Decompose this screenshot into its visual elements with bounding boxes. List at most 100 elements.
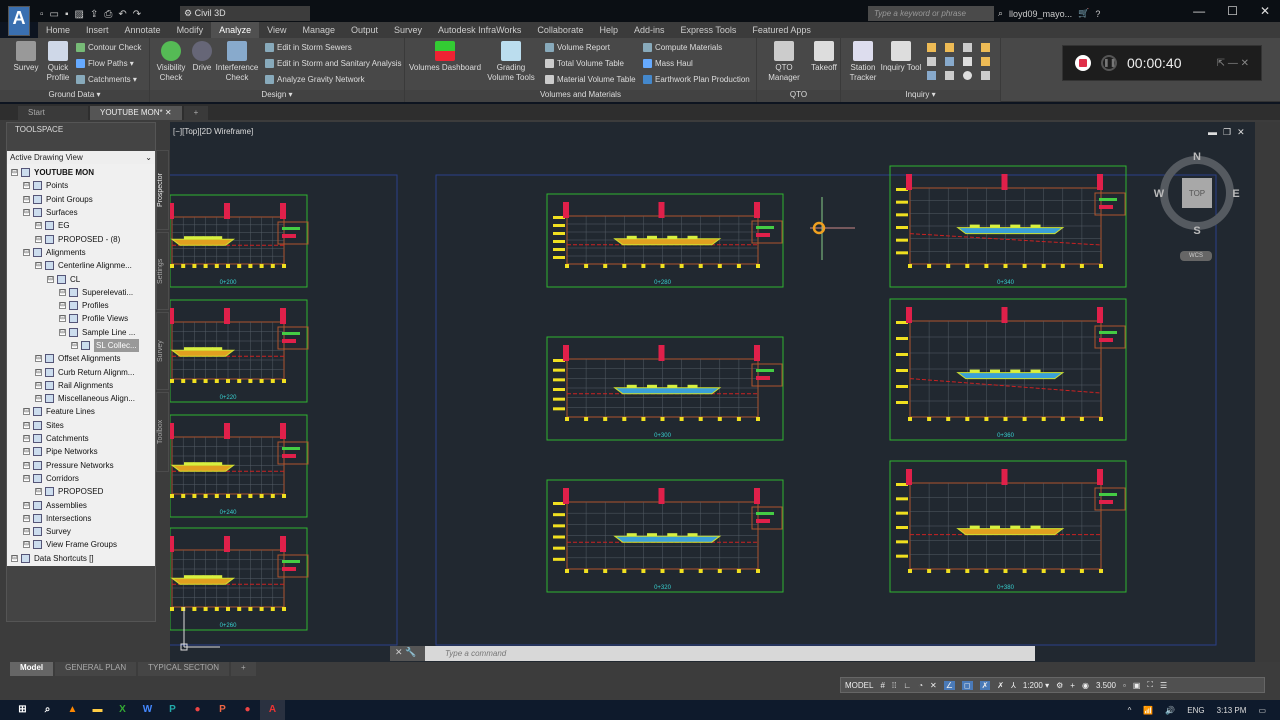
angle-icon[interactable] xyxy=(945,43,954,52)
contour-check-button[interactable]: Contour Check xyxy=(76,43,141,52)
ribbon-tab-collaborate[interactable]: Collaborate xyxy=(529,22,591,38)
annotation-icon[interactable]: ⅄ xyxy=(1011,681,1016,690)
ribbon-tab-manage[interactable]: Manage xyxy=(294,22,343,38)
isodraft-icon[interactable]: ✕ xyxy=(930,681,937,690)
total-volume-table-button[interactable]: Total Volume Table xyxy=(545,59,624,68)
print-icon[interactable]: ⎙ xyxy=(104,9,112,20)
expand-toggle[interactable]: ⊟ xyxy=(23,514,30,522)
tree-item[interactable]: ⊟ SL Collec... xyxy=(7,339,155,352)
snap-icon[interactable]: ⁞⁞ xyxy=(892,681,896,690)
volumes-dashboard-button[interactable]: Volumes Dashboard xyxy=(407,41,483,73)
undo-icon[interactable]: ↶ xyxy=(118,9,126,20)
analyze-gravity-button[interactable]: Analyze Gravity Network xyxy=(265,75,365,84)
survey-button[interactable]: Survey xyxy=(10,41,42,73)
expand-toggle[interactable]: ⊟ xyxy=(35,395,42,403)
command-line-buttons[interactable]: ✕ 🔧 xyxy=(390,646,425,661)
qto-manager-button[interactable]: QTO Manager xyxy=(759,41,809,83)
compass-west[interactable]: W xyxy=(1154,188,1165,200)
tab-settings[interactable]: Settings xyxy=(156,232,169,310)
file-explorer-icon[interactable]: ▬ xyxy=(85,700,110,720)
search-icon[interactable]: ⌕ xyxy=(35,700,60,720)
sum-icon[interactable] xyxy=(963,57,972,66)
expand-toggle[interactable]: ⊟ xyxy=(23,182,30,190)
visibility-check-button[interactable]: Visibility Check xyxy=(152,41,190,83)
expand-toggle[interactable]: ⊟ xyxy=(59,328,66,336)
ribbon-tab-add-ins[interactable]: Add-ins xyxy=(626,22,673,38)
fullscreen-icon[interactable]: ⛶ xyxy=(1147,680,1153,690)
toolspace-view-dropdown[interactable]: Active Drawing View ⌄ xyxy=(7,151,155,164)
section-view[interactable]: 0+280 xyxy=(546,193,784,288)
expand-toggle[interactable]: ⊟ xyxy=(11,169,18,177)
layout-tab-model[interactable]: Model xyxy=(10,662,54,676)
expand-toggle[interactable]: ⊟ xyxy=(35,222,42,230)
flow-paths-button[interactable]: Flow Paths ▾ xyxy=(76,59,134,68)
user-account[interactable]: lloyd09_mayo... xyxy=(1009,9,1072,19)
expand-toggle[interactable]: ⊟ xyxy=(23,248,30,256)
expand-toggle[interactable]: ⊟ xyxy=(11,554,18,562)
tree-item[interactable]: ⊟ Corridors xyxy=(7,472,155,485)
measure-icon[interactable] xyxy=(981,57,990,66)
customize-menu-icon[interactable]: ☰ xyxy=(1160,681,1167,690)
ribbon-tab-survey[interactable]: Survey xyxy=(386,22,430,38)
expand-toggle[interactable]: ⊟ xyxy=(35,355,42,363)
tree-item[interactable]: ⊟ Intersections xyxy=(7,512,155,525)
inquiry-tool-button[interactable]: Inquiry Tool xyxy=(879,41,923,73)
help-icon[interactable]: ? xyxy=(1095,9,1100,19)
new-icon[interactable]: ▫ xyxy=(40,9,44,20)
tree-item[interactable]: ⊟ Sample Line ... xyxy=(7,326,155,339)
start-icon[interactable]: ⊞ xyxy=(10,700,35,720)
drive-button[interactable]: Drive xyxy=(190,41,214,73)
tree-item[interactable]: ⊟ PROPOSED - (8) xyxy=(7,232,155,245)
drawing-viewport[interactable]: 0+200 0+220 0+240 0+260 0+280 0+300 0+320 0+340… xyxy=(159,122,1255,662)
open-icon[interactable]: ▭ xyxy=(50,9,59,20)
takeoff-button[interactable]: Takeoff xyxy=(809,41,839,73)
pause-button[interactable]: ❚❚ xyxy=(1101,55,1117,71)
compass-east[interactable]: E xyxy=(1232,188,1239,200)
zoom-region-icon[interactable] xyxy=(945,71,954,80)
redo-icon[interactable]: ↷ xyxy=(133,9,141,20)
object-snap-icon[interactable]: ◻ xyxy=(961,680,973,690)
grading-volume-tools-button[interactable]: Grading Volume Tools xyxy=(483,41,539,83)
arc-icon[interactable] xyxy=(927,57,936,66)
tree-item[interactable]: ⊟ Feature Lines xyxy=(7,405,155,418)
station-tracker-button[interactable]: Station Tracker xyxy=(845,41,881,83)
osnap-tracking-icon[interactable]: ∠ xyxy=(943,680,955,690)
save-icon[interactable]: ▪ xyxy=(65,9,69,20)
tree-item[interactable]: ⊟ Assemblies xyxy=(7,498,155,511)
viewcube[interactable]: TOP N S E W xyxy=(1150,150,1244,244)
plus-icon[interactable]: + xyxy=(1070,681,1075,690)
auto-scale-icon[interactable]: ✗ xyxy=(997,681,1004,690)
expand-toggle[interactable]: ⊟ xyxy=(23,541,30,549)
expand-toggle[interactable]: ⊟ xyxy=(35,368,42,376)
panel-label[interactable]: Ground Data ▾ xyxy=(0,90,149,102)
tree-item[interactable]: ⊟ Points xyxy=(7,179,155,192)
section-view[interactable]: 0+380 xyxy=(889,460,1127,593)
distance-icon[interactable] xyxy=(927,43,936,52)
expand-toggle[interactable]: ⊟ xyxy=(23,435,30,443)
layout-tab-general-plan[interactable]: GENERAL PLAN xyxy=(55,662,137,676)
expand-toggle[interactable]: ⊟ xyxy=(59,302,66,310)
clock[interactable]: 3:13 PM xyxy=(1217,706,1247,715)
add-layout-button[interactable]: + xyxy=(231,662,256,676)
notifications-icon[interactable]: ▭ xyxy=(1258,706,1266,715)
id-icon[interactable] xyxy=(927,71,936,80)
tree-item[interactable]: ⊟ Surfaces xyxy=(7,206,155,219)
ribbon-tab-annotate[interactable]: Annotate xyxy=(117,22,169,38)
polar-icon[interactable]: ◔ xyxy=(918,681,923,690)
close-viewport-button[interactable]: ✕ xyxy=(1237,127,1245,138)
expand-toggle[interactable]: ⊟ xyxy=(59,288,66,296)
tree-item[interactable]: ⊟ Point Groups xyxy=(7,193,155,206)
grid-icon[interactable]: # xyxy=(880,681,884,690)
panel-label[interactable]: Design ▾ xyxy=(150,90,404,102)
viewport-controls-label[interactable]: [−][Top][2D Wireframe] xyxy=(173,127,253,136)
section-view[interactable]: 0+200 xyxy=(168,194,309,288)
material-volume-table-button[interactable]: Material Volume Table xyxy=(545,75,636,84)
ribbon-tab-autodesk-infraworks[interactable]: Autodesk InfraWorks xyxy=(430,22,529,38)
flag-icon[interactable] xyxy=(945,57,954,66)
close-button[interactable]: ✕ xyxy=(1260,4,1270,18)
application-menu-button[interactable]: A xyxy=(8,6,30,36)
ribbon-tab-modify[interactable]: Modify xyxy=(169,22,212,38)
expand-toggle[interactable]: ⊟ xyxy=(59,315,66,323)
workspace-dropdown[interactable]: ⚙ Civil 3D xyxy=(180,6,310,21)
list-icon[interactable] xyxy=(963,43,972,52)
